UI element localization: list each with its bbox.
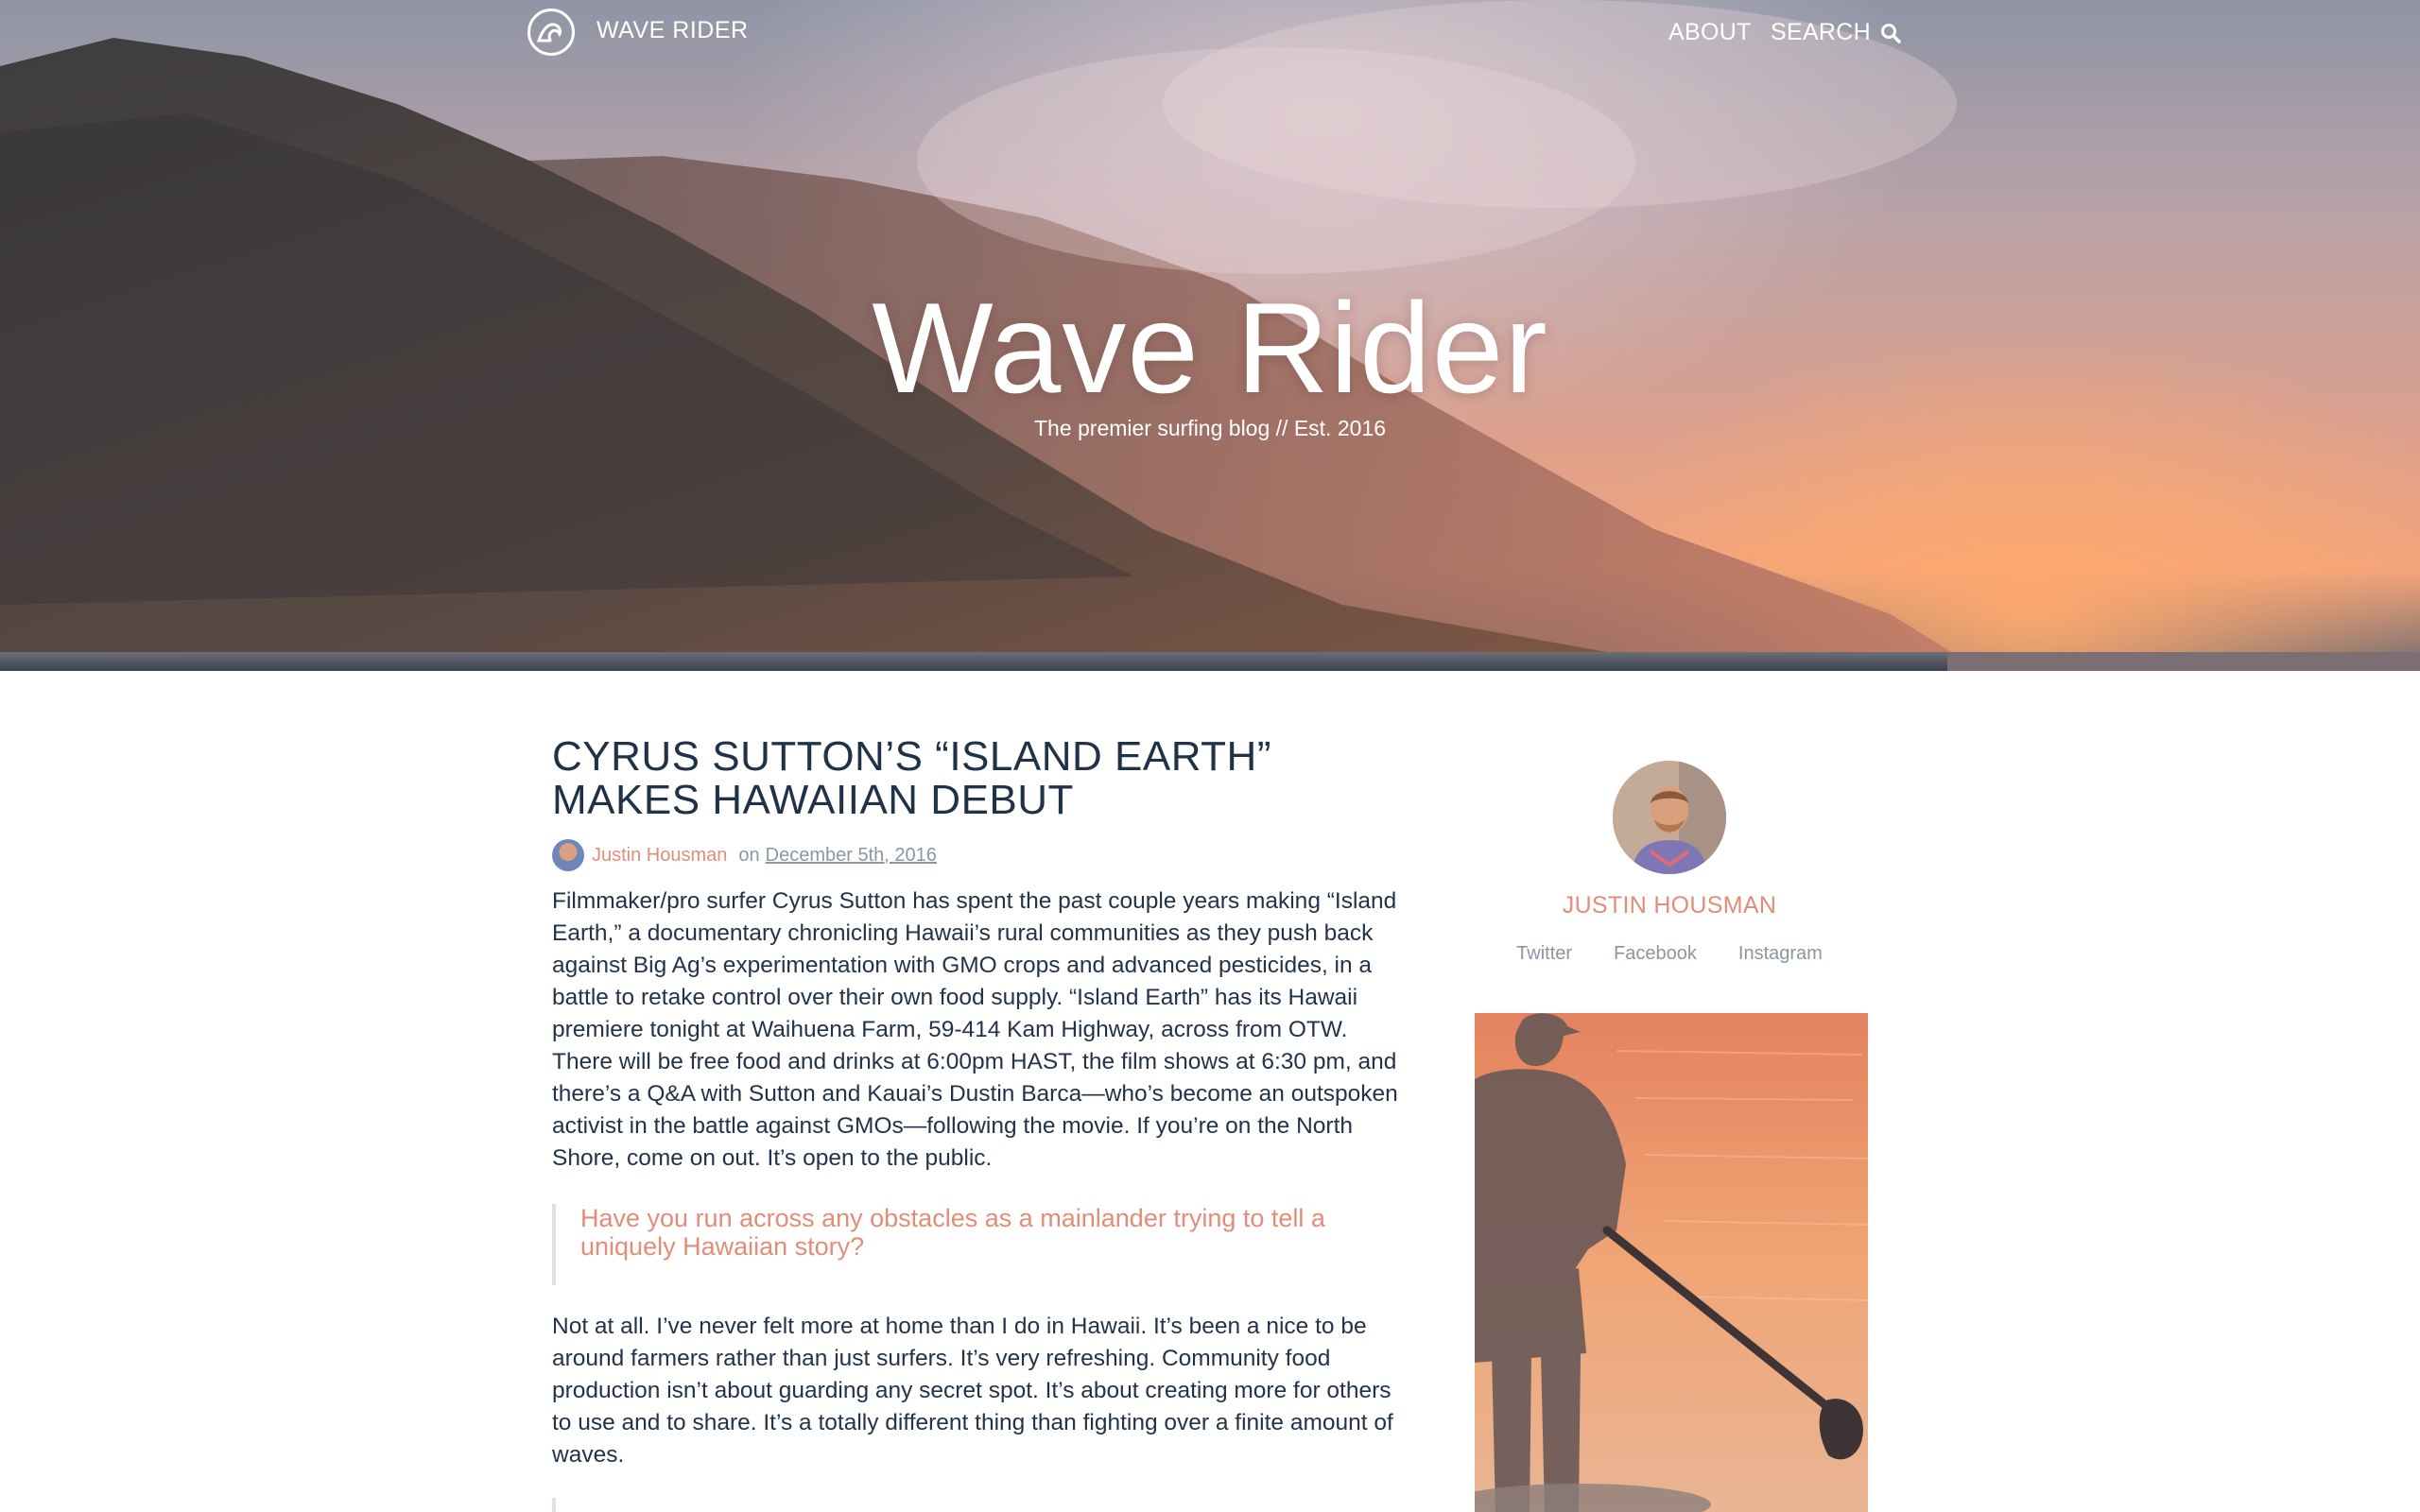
byline-on-text: on (738, 844, 760, 866)
nav-search-button[interactable]: SEARCH (1771, 19, 1901, 46)
top-navigation: WAVE RIDER ABOUT SEARCH (0, 0, 2420, 76)
hero-tagline: The premier surfing blog // Est. 2016 (1033, 416, 1387, 440)
post-paragraph: Not at all. I’ve never felt more at home… (552, 1314, 1393, 1468)
hero-title: Wave Rider (872, 276, 1548, 420)
post-date-link[interactable]: December 5th, 2016 (766, 845, 937, 867)
wave-logo-icon[interactable] (527, 9, 575, 56)
twitter-link[interactable]: Twitter (1516, 943, 1572, 965)
post-title[interactable]: CYRUS SUTTON’S “ISLAND EARTH” MAKES HAWA… (552, 735, 1422, 822)
sidebar-author-name[interactable]: JUSTIN HOUSMAN (1475, 892, 1864, 919)
site-brand[interactable]: WAVE RIDER (596, 17, 749, 44)
sidebar-social-links: Twitter Facebook Instagram (1475, 943, 1864, 965)
search-icon (1881, 23, 1901, 43)
instagram-link[interactable]: Instagram (1738, 943, 1823, 965)
author-link[interactable]: Justin Housman (592, 845, 727, 867)
post-blockquote: Have you run across any obstacles as a m… (552, 1204, 1346, 1285)
author-avatar-small[interactable] (552, 839, 584, 871)
sidebar-paddleboard-image (1475, 1013, 1868, 1512)
nav-about-link[interactable]: ABOUT (1668, 19, 1752, 46)
post-byline: Justin Housman on December 5th, 2016 (552, 839, 937, 871)
blockquote-border (552, 1498, 556, 1512)
facebook-link[interactable]: Facebook (1614, 943, 1697, 965)
author-avatar[interactable] (1613, 761, 1726, 874)
hero-banner: WAVE RIDER ABOUT SEARCH Wave Rider The p… (0, 0, 2420, 671)
nav-search-label: SEARCH (1771, 19, 1871, 45)
post-paragraph: Filmmaker/pro surfer Cyrus Sutton has sp… (552, 888, 1398, 1171)
